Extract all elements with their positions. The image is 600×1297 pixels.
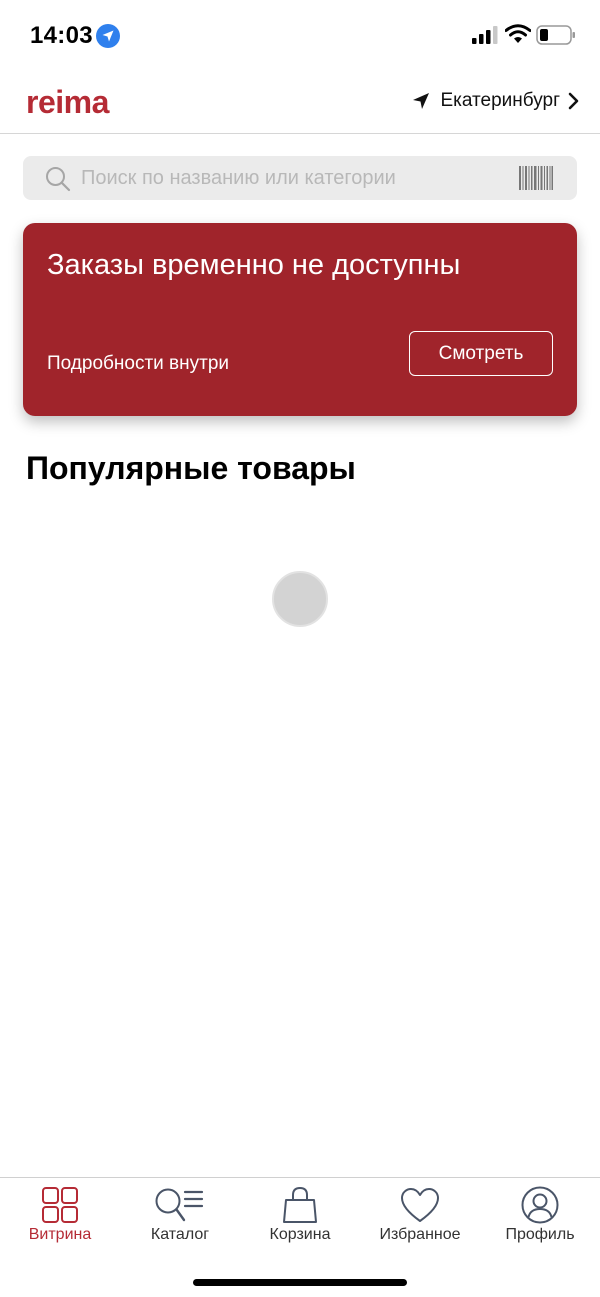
tab-label: Избранное <box>379 1226 461 1243</box>
catalog-search-icon <box>155 1188 204 1222</box>
brand-logo[interactable]: reima <box>26 84 109 121</box>
battery-icon <box>536 25 575 45</box>
loading-spinner <box>272 571 328 627</box>
wifi-icon <box>505 24 531 43</box>
city-name: Екатеринбург <box>440 90 560 111</box>
user-icon <box>521 1186 559 1224</box>
tab-favorites[interactable]: Избранное <box>360 1178 480 1248</box>
shopping-bag-icon <box>283 1186 317 1223</box>
grid-icon <box>42 1187 78 1223</box>
status-bar: 14:03 <box>0 0 600 72</box>
status-time: 14:03 <box>30 22 93 49</box>
tab-catalog[interactable]: Каталог <box>120 1178 240 1248</box>
home-indicator[interactable] <box>193 1279 407 1286</box>
tab-showcase[interactable]: Витрина <box>0 1178 120 1248</box>
search-icon <box>46 167 71 192</box>
cellular-signal-icon <box>472 26 498 44</box>
app-header: reima Екатеринбург <box>0 72 600 134</box>
orders-unavailable-banner[interactable]: Заказы временно не доступны Подробности … <box>23 223 577 416</box>
view-details-button[interactable]: Смотреть <box>409 331 553 376</box>
banner-title: Заказы временно не доступны <box>47 249 461 281</box>
home-screen: 14:03 reima Екатеринбург Поиск по назван… <box>0 0 600 1297</box>
tab-profile[interactable]: Профиль <box>480 1178 600 1248</box>
tab-label: Витрина <box>28 1226 92 1243</box>
tab-cart[interactable]: Корзина <box>240 1178 360 1248</box>
search-input[interactable] <box>81 156 511 200</box>
chevron-right-icon <box>568 92 579 110</box>
barcode-scanner-icon[interactable] <box>519 166 553 190</box>
location-services-icon <box>96 24 120 48</box>
city-selector[interactable]: Екатеринбург <box>412 90 580 112</box>
search-bar[interactable] <box>23 156 577 200</box>
popular-products-title: Популярные товары <box>26 450 356 486</box>
tab-label: Каталог <box>150 1226 210 1243</box>
tab-label: Корзина <box>269 1226 331 1243</box>
navigation-arrow-icon <box>413 93 430 109</box>
heart-icon <box>401 1188 439 1222</box>
banner-subtitle: Подробности внутри <box>47 353 230 374</box>
tab-label: Профиль <box>505 1226 575 1243</box>
